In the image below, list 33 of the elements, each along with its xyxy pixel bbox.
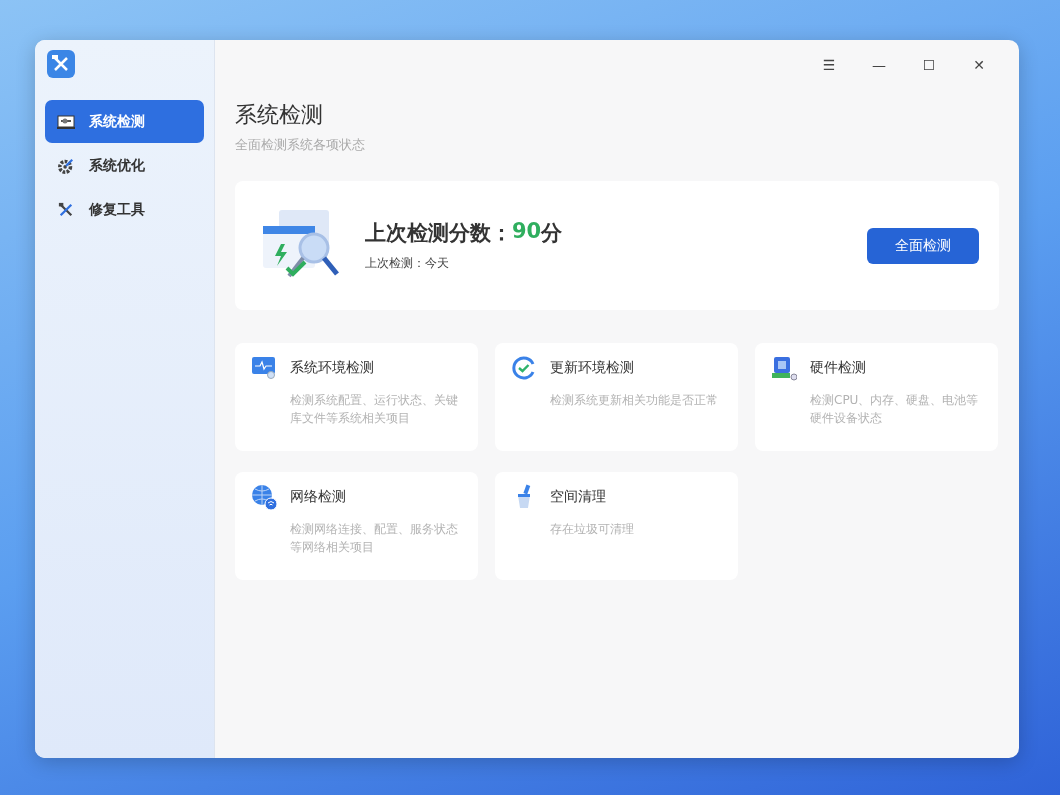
score-value: 90 <box>512 219 542 243</box>
sidebar-item[interactable]: 系统优化 <box>45 144 204 187</box>
monitor-pulse-icon <box>251 355 277 381</box>
page-subtitle: 全面检测系统各项状态 <box>235 136 366 154</box>
chip-icon <box>771 355 797 381</box>
check-card[interactable]: 网络检测 检测网络连接、配置、服务状态等网络相关项目 <box>235 472 478 580</box>
check-title: 硬件检测 <box>810 359 866 377</box>
tools-logo-icon <box>47 50 75 78</box>
refresh-check-icon <box>511 355 537 381</box>
check-title: 更新环境检测 <box>550 359 634 377</box>
monitor-icon <box>57 113 75 130</box>
globe-wifi-icon <box>251 484 277 510</box>
sidebar-item[interactable]: 系统检测 <box>45 100 204 143</box>
page-title: 系统检测 <box>235 101 324 129</box>
check-description: 检测系统配置、运行状态、关键库文件等系统相关项目 <box>290 392 459 427</box>
check-card[interactable]: 更新环境检测 检测系统更新相关功能是否正常 <box>495 343 738 451</box>
score-label: 上次检测分数： <box>365 220 512 247</box>
check-title: 空间清理 <box>550 488 606 506</box>
score-unit: 分 <box>541 220 563 247</box>
check-description: 检测系统更新相关功能是否正常 <box>550 392 719 409</box>
check-card[interactable]: 空间清理 存在垃圾可清理 <box>495 472 738 580</box>
check-card[interactable]: 硬件检测 检测CPU、内存、硬盘、电池等硬件设备状态 <box>755 343 998 451</box>
check-title: 网络检测 <box>290 488 346 506</box>
check-description: 检测网络连接、配置、服务状态等网络相关项目 <box>290 521 459 556</box>
check-description: 检测CPU、内存、硬盘、电池等硬件设备状态 <box>810 392 980 427</box>
check-description: 存在垃圾可清理 <box>550 521 635 538</box>
check-card[interactable]: 系统环境检测 检测系统配置、运行状态、关键库文件等系统相关项目 <box>235 343 478 451</box>
last-check-text: 上次检测：今天 <box>365 255 450 272</box>
gear-icon <box>57 157 75 174</box>
full-scan-button[interactable]: 全面检测 <box>867 227 979 264</box>
sidebar-item[interactable]: 修复工具 <box>45 188 204 231</box>
check-title: 系统环境检测 <box>290 359 374 377</box>
tools-icon <box>57 201 75 218</box>
